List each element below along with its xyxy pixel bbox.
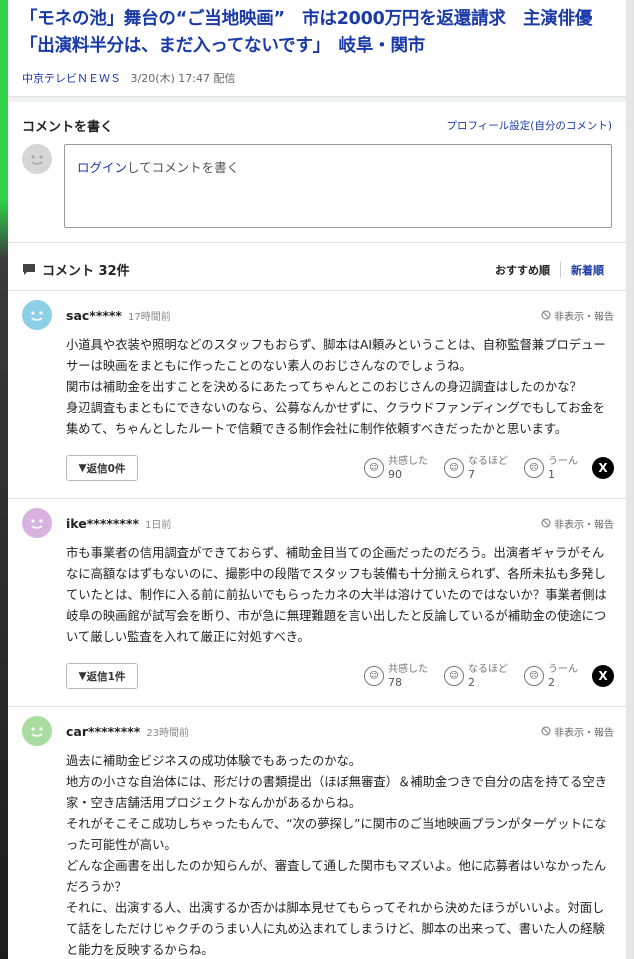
reply-toggle-button[interactable]: ▼ 返信0件 (66, 455, 138, 481)
article-meta: 中京テレビＮＥＷＳ 3/20(木) 17:47 配信 (8, 60, 626, 96)
article-date: 3/20(木) 17:47 配信 (130, 72, 236, 85)
smile-icon (31, 727, 43, 737)
agree-button[interactable]: ☺ 共感した 90 (364, 455, 428, 481)
naruhodo-button[interactable]: ☺ なるほど 2 (444, 663, 508, 689)
report-button[interactable]: 非表示・報告 (541, 308, 614, 323)
comment-compose-section: コメントを書く プロフィール設定(自分のコメント) ログインしてコメントを書く (8, 102, 626, 243)
x-share-icon[interactable]: X (592, 457, 614, 479)
naruhodo-button[interactable]: ☺ なるほど 7 (444, 455, 508, 481)
comment-text: 過去に補助金ビジネスの成功体験でもあったのかな。 地方の小さな自治体には、形だけ… (66, 754, 608, 957)
comment-input[interactable]: ログインしてコメントを書く (64, 144, 612, 228)
reply-count: 返信0件 (86, 462, 126, 475)
comment-placeholder: してコメントを書く (127, 160, 240, 175)
report-button[interactable]: 非表示・報告 (541, 724, 614, 739)
comment-text: 小道具や衣装や照明などのスタッフもおらず、脚本はAI頼みということは、自称監督兼… (66, 338, 606, 436)
comment-text: 市も事業者の信用調査ができておらず、補助金目当ての企画だったのだろう。出演者ギャ… (66, 546, 607, 644)
avatar (22, 300, 52, 330)
uun-label: うーん (548, 664, 578, 675)
avatar (22, 716, 52, 746)
comments-count: コメント 32件 (42, 264, 130, 279)
article-comments-page: 「モネの池」舞台の“ご当地映画” 市は2000万円を返還請求 主演俳優 「出演料… (8, 0, 626, 959)
naruhodo-count: 7 (468, 468, 475, 481)
comment-username[interactable]: sac***** (66, 308, 122, 323)
comment-username[interactable]: car******** (66, 724, 140, 739)
comments-header: コメント 32件 おすすめ順 新着順 (8, 249, 626, 291)
uun-label: うーん (548, 456, 578, 467)
comment-username[interactable]: ike******** (66, 516, 139, 531)
agree-count: 90 (388, 468, 402, 481)
sort-newest[interactable]: 新着順 (560, 261, 614, 278)
comment-time: 23時間前 (146, 727, 190, 739)
avatar (22, 508, 52, 538)
comment-item: car******** 23時間前 非表示・報告 過去に補助金ビジネスの成功体験… (8, 707, 626, 959)
headline-line-1: 「モネの池」舞台の“ご当地映画” 市は2000万円を返還請求 主演俳優 (20, 9, 593, 29)
avatar (22, 144, 52, 174)
right-scroll-gutter[interactable] (626, 0, 634, 959)
agree-count: 78 (388, 676, 402, 689)
block-icon (541, 310, 551, 320)
naruhodo-count: 2 (468, 676, 475, 689)
report-label: 非表示・報告 (554, 727, 614, 739)
block-icon (541, 518, 551, 528)
agree-icon: ☺ (364, 458, 384, 478)
comment-icon (23, 264, 35, 275)
agree-label: 共感した (388, 456, 428, 467)
article-source[interactable]: 中京テレビＮＥＷＳ (22, 72, 121, 85)
uun-button[interactable]: ☹ うーん 2 (524, 663, 578, 689)
reply-toggle-button[interactable]: ▼ 返信1件 (66, 663, 138, 689)
report-button[interactable]: 非表示・報告 (541, 516, 614, 531)
sort-recommended[interactable]: おすすめ順 (485, 262, 560, 278)
smile-icon (31, 519, 43, 529)
report-label: 非表示・報告 (554, 519, 614, 531)
comment-time: 1日前 (145, 519, 172, 531)
reply-count: 返信1件 (86, 670, 126, 683)
article-headline[interactable]: 「モネの池」舞台の“ご当地映画” 市は2000万円を返還請求 主演俳優 「出演料… (8, 0, 626, 60)
left-window-edge (0, 0, 8, 959)
naruhodo-label: なるほど (468, 456, 508, 467)
login-link[interactable]: ログイン (77, 160, 127, 175)
smile-icon (31, 311, 43, 321)
agree-label: 共感した (388, 664, 428, 675)
naruhodo-label: なるほど (468, 664, 508, 675)
compose-title: コメントを書く (22, 119, 114, 135)
headline-line-2: 「出演料半分は、まだ入ってないです」 岐阜・関市 (20, 36, 426, 56)
naruhodo-icon: ☺ (444, 666, 464, 686)
profile-settings-link[interactable]: プロフィール設定(自分のコメント) (447, 118, 612, 133)
uun-count: 2 (548, 676, 555, 689)
uun-icon: ☹ (524, 458, 544, 478)
block-icon (541, 726, 551, 736)
naruhodo-icon: ☺ (444, 458, 464, 478)
x-share-icon[interactable]: X (592, 665, 614, 687)
uun-count: 1 (548, 468, 555, 481)
uun-icon: ☹ (524, 666, 544, 686)
agree-icon: ☺ (364, 666, 384, 686)
agree-button[interactable]: ☺ 共感した 78 (364, 663, 428, 689)
comment-item: ike******** 1日前 非表示・報告 市も事業者の信用調査ができておらず… (8, 499, 626, 707)
face-icon (31, 155, 43, 165)
comment-time: 17時間前 (127, 311, 171, 323)
report-label: 非表示・報告 (554, 311, 614, 323)
sort-tabs: おすすめ順 新着順 (485, 261, 614, 278)
comment-item: sac***** 17時間前 非表示・報告 小道具や衣装や照明などのスタッフもお… (8, 291, 626, 499)
uun-button[interactable]: ☹ うーん 1 (524, 455, 578, 481)
